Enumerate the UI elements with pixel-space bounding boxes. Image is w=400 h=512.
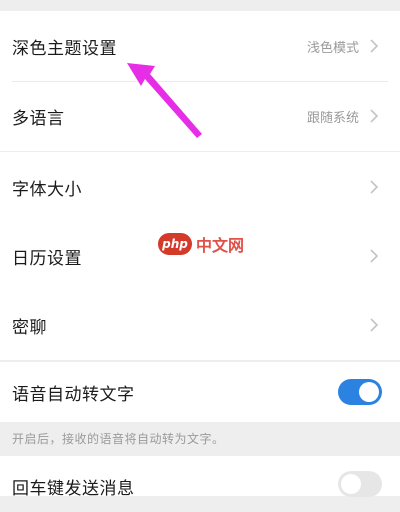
settings-group-voice: 语音自动转文字: [0, 362, 400, 422]
enter-send-row: 回车键发送消息: [0, 456, 400, 512]
watermark-logo: php 中文网: [158, 232, 244, 256]
toggle-knob: [341, 474, 361, 494]
enter-send-toggle[interactable]: [338, 471, 382, 497]
language-label: 多语言: [12, 108, 65, 129]
settings-group-secret-chat: 密聊: [0, 290, 400, 360]
language-value: 跟随系统: [306, 110, 359, 126]
chevron-right-icon: [370, 39, 379, 53]
voice-to-text-toggle[interactable]: [338, 379, 382, 405]
voice-to-text-row: 语音自动转文字: [0, 362, 400, 422]
toggle-knob: [359, 382, 379, 402]
dark-theme-value: 浅色模式: [306, 40, 359, 56]
dark-theme-row[interactable]: 深色主题设置 浅色模式: [0, 11, 400, 81]
settings-group-enter-send: 回车键发送消息: [0, 456, 400, 499]
watermark-text: 中文网: [196, 236, 245, 255]
watermark-badge: php: [158, 233, 192, 255]
settings-group-font: 字体大小: [0, 152, 400, 222]
chevron-right-icon: [370, 318, 379, 332]
secret-chat-row[interactable]: 密聊: [0, 290, 400, 360]
chevron-right-icon: [370, 109, 379, 123]
chevron-right-icon: [370, 180, 379, 194]
voice-to-text-hint: 开启后，接收的语音将自动转为文字。: [12, 432, 225, 446]
language-row[interactable]: 多语言 跟随系统: [0, 81, 400, 151]
secret-chat-label: 密聊: [12, 317, 47, 338]
enter-send-label: 回车键发送消息: [12, 479, 135, 499]
voice-to-text-label: 语音自动转文字: [12, 384, 135, 405]
chevron-right-icon: [370, 249, 379, 263]
font-size-row[interactable]: 字体大小: [0, 152, 400, 222]
calendar-label: 日历设置: [12, 248, 82, 269]
settings-group-display: 深色主题设置 浅色模式 多语言 跟随系统: [0, 11, 400, 151]
font-size-label: 字体大小: [12, 179, 82, 200]
dark-theme-label: 深色主题设置: [12, 38, 117, 59]
